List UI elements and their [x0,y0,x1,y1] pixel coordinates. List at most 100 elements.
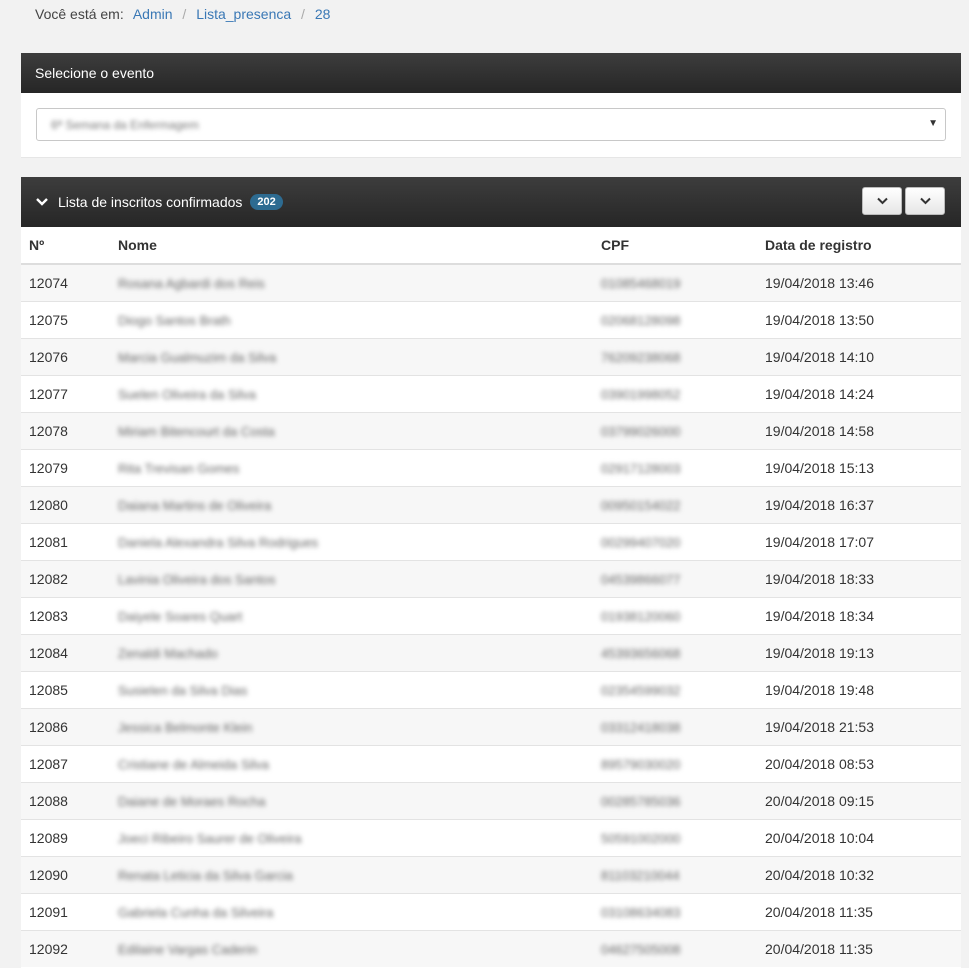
row-name-text: Lavinia Oliveira dos Santos [118,572,276,587]
header-dropdown-button-2[interactable] [905,187,945,215]
row-number-cell: 12086 [21,708,110,746]
row-date-cell: 19/04/2018 13:46 [757,263,961,302]
row-number-cell: 12087 [21,745,110,783]
row-cpf-text: 01085468019 [601,276,681,291]
row-date-cell: 19/04/2018 14:58 [757,412,961,450]
row-number-cell: 12077 [21,375,110,413]
row-name-text: Cristiane de Almeida Silva [118,757,270,772]
row-cpf-cell: 76209238068 [593,338,757,376]
table-row: 12081 Daniela Alexandra Silva Rodrigues 00… [21,523,961,561]
row-cpf-text: 76209238068 [601,350,681,365]
caret-down-icon: ▼ [928,118,938,129]
row-name-text: Renata Leticia da Silva Garcia [118,868,293,883]
registrants-table: Nº Nome CPF Data de registro 12074 Rosana… [21,227,961,967]
table-row: 12083 Daiyele Soares Quart 01938120060 19/0… [21,597,961,635]
row-number-cell: 12083 [21,597,110,635]
row-date-cell: 19/04/2018 13:50 [757,301,961,339]
table-row: 12078 Miriam Bitencourt da Costa 037990260… [21,412,961,450]
row-name-text: Miriam Bitencourt da Costa [118,424,275,439]
row-cpf-cell: 03799026000 [593,412,757,450]
row-cpf-cell: 00299407020 [593,523,757,561]
column-header-date[interactable]: Data de registro [757,227,961,265]
row-date-cell: 19/04/2018 16:37 [757,486,961,524]
row-date-cell: 20/04/2018 10:32 [757,856,961,894]
row-cpf-cell: 03108634083 [593,893,757,931]
breadcrumb-separator: / [301,6,305,22]
row-cpf-cell: 03312418038 [593,708,757,746]
row-name-cell: Rosana Agbardi dos Reis [110,263,593,302]
table-header-row: Nº Nome CPF Data de registro [21,227,961,265]
row-name-cell: Diogo Santos Brath [110,301,593,339]
row-date-cell: 19/04/2018 14:24 [757,375,961,413]
event-select-wrapper: 6ª Semana da Enfermagem ▼ [21,93,961,141]
row-cpf-cell: 02068128098 [593,301,757,339]
row-number-cell: 12085 [21,671,110,709]
row-cpf-text: 04539866077 [601,572,681,587]
row-cpf-cell: 04539866077 [593,560,757,598]
column-header-number[interactable]: Nº [21,227,110,265]
row-date-cell: 20/04/2018 11:35 [757,930,961,967]
row-cpf-text: 89579030020 [601,757,681,772]
row-name-cell: Cristiane de Almeida Silva [110,745,593,783]
row-name-text: Edilaine Vargas Caderin [118,942,258,957]
row-cpf-text: 02354599032 [601,683,681,698]
row-number-cell: 12088 [21,782,110,820]
chevron-down-icon[interactable] [36,195,48,210]
row-name-cell: Susielen da Silva Dias [110,671,593,709]
row-number-cell: 12092 [21,930,110,967]
row-name-cell: Renata Leticia da Silva Garcia [110,856,593,894]
row-cpf-cell: 02354599032 [593,671,757,709]
table-row: 12085 Susielen da Silva Dias 02354599032 19… [21,671,961,709]
breadcrumb-label: Você está em: [35,6,124,22]
row-number-cell: 12084 [21,634,110,672]
row-cpf-cell: 00950154022 [593,486,757,524]
event-panel: Selecione o evento 6ª Semana da Enfermag… [21,53,961,158]
row-cpf-text: 00285785036 [601,794,681,809]
row-name-cell: Suelen Oliveira da Silva [110,375,593,413]
row-number-cell: 12082 [21,560,110,598]
registrants-count-badge: 202 [250,194,283,210]
table-row: 12090 Renata Leticia da Silva Garcia 81103… [21,856,961,894]
row-date-cell: 19/04/2018 14:10 [757,338,961,376]
registrants-panel-title: Lista de inscritos confirmados [58,194,243,210]
row-name-cell: Joeci Ribeiro Saurer de Oliveira [110,819,593,857]
row-name-text: Marcia Gualmuzim da Silva [118,350,277,365]
row-cpf-text: 04627505008 [601,942,681,957]
row-date-cell: 19/04/2018 17:07 [757,523,961,561]
table-row: 12086 Jessica Belmonte Klein 03312418038 19… [21,708,961,746]
row-number-cell: 12080 [21,486,110,524]
breadcrumb-link-28[interactable]: 28 [315,6,331,22]
row-cpf-cell: 01938120060 [593,597,757,635]
header-dropdown-button-1[interactable] [862,187,902,215]
table-row: 12087 Cristiane de Almeida Silva 895790300… [21,745,961,783]
event-select-value: 6ª Semana da Enfermagem [51,117,199,132]
row-name-text: Zenaldi Machado [118,646,218,661]
row-name-cell: Daniela Alexandra Silva Rodrigues [110,523,593,561]
row-name-cell: Edilaine Vargas Caderin [110,930,593,967]
row-name-text: Daiane de Moraes Rocha [118,794,266,809]
row-number-cell: 12076 [21,338,110,376]
event-select[interactable]: 6ª Semana da Enfermagem ▼ [36,108,946,141]
breadcrumb-link-lista-presenca[interactable]: Lista_presenca [196,6,291,22]
row-cpf-text: 00299407020 [601,535,681,550]
breadcrumb-link-admin[interactable]: Admin [133,6,173,22]
registrants-panel-header[interactable]: Lista de inscritos confirmados 202 [21,177,961,227]
column-header-name[interactable]: Nome [110,227,593,265]
column-header-cpf[interactable]: CPF [593,227,757,265]
table-row: 12088 Daiane de Moraes Rocha 00285785036 20… [21,782,961,820]
row-name-cell: Daiyele Soares Quart [110,597,593,635]
row-name-text: Suelen Oliveira da Silva [118,387,257,402]
row-name-text: Daiyele Soares Quart [118,609,243,624]
table-row: 12075 Diogo Santos Brath 02068128098 19/04/… [21,301,961,339]
row-number-cell: 12090 [21,856,110,894]
table-row: 12089 Joeci Ribeiro Saurer de Oliveira 505… [21,819,961,857]
row-date-cell: 19/04/2018 19:48 [757,671,961,709]
table-row: 12077 Suelen Oliveira da Silva 03901998052… [21,375,961,413]
breadcrumb-separator: / [182,6,187,22]
row-cpf-cell: 81103210044 [593,856,757,894]
row-cpf-cell: 50591002000 [593,819,757,857]
row-cpf-text: 03799026000 [601,424,681,439]
row-number-cell: 12081 [21,523,110,561]
row-cpf-cell: 00285785036 [593,782,757,820]
row-date-cell: 19/04/2018 18:34 [757,597,961,635]
